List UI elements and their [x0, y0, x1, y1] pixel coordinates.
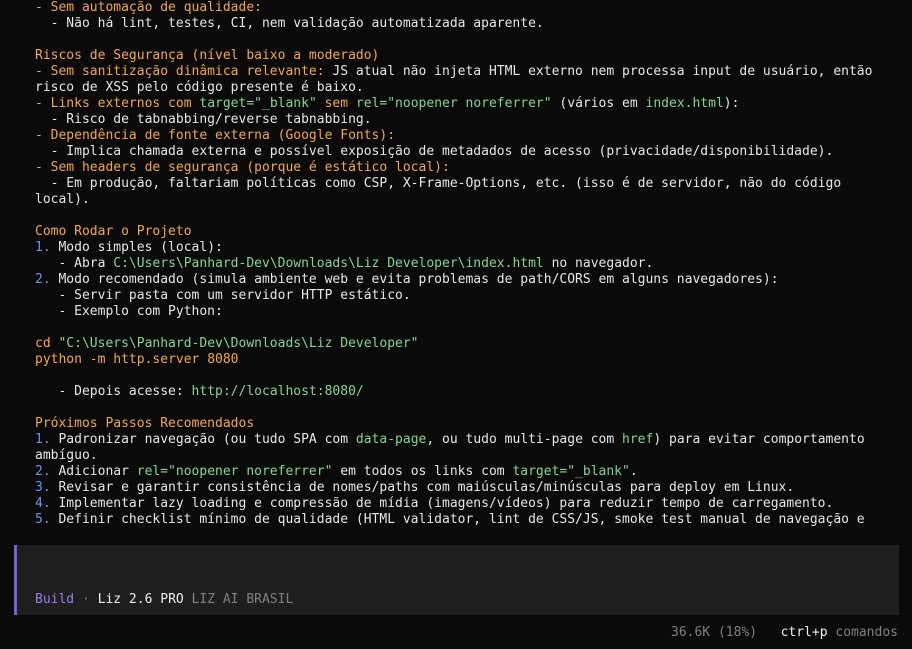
list-item-text: - Em produção, faltariam políticas como …	[35, 176, 842, 191]
list-item-text: Modo simples (local):	[50, 240, 223, 255]
inline-code: rel="noopener noreferrer"	[355, 96, 552, 111]
inline-code: rel="noopener noreferrer"	[136, 464, 333, 479]
section-heading-rodar: Como Rodar o Projeto	[35, 224, 192, 240]
output-line: - Links externos com target="_blank" sem…	[35, 96, 739, 112]
list-number: 2.	[35, 272, 51, 287]
output-line: - Sem automação de qualidade:	[35, 0, 262, 16]
output-line: local).	[35, 192, 90, 208]
list-item-text: ambíguo.	[35, 448, 98, 463]
prompt-input[interactable]: Build · Liz 2.6 PRO LIZ AI BRASIL	[14, 545, 899, 615]
provider-label: LIZ AI BRASIL	[183, 592, 294, 607]
inline-code: target="_blank"	[199, 96, 317, 111]
inline-code: href	[622, 432, 654, 447]
output-line: 4. Implementar lazy loading e compressão…	[35, 496, 833, 512]
output-line: 1. Modo simples (local):	[35, 240, 223, 256]
code-line: python -m http.server 8080	[35, 352, 239, 368]
list-item-text: Definir checklist mínimo de qualidade (H…	[50, 512, 865, 527]
inline-code: C:\Users\Panhard-Dev\Downloads\Liz Devel…	[113, 256, 544, 271]
list-item-text: - Depois acesse:	[35, 384, 192, 399]
list-item-text: em todos os links com	[332, 464, 513, 479]
code-text: http.server 8080	[113, 352, 239, 367]
output-line: 1. Padronizar navegação (ou tudo SPA com…	[35, 432, 865, 448]
list-number: 4.	[35, 496, 51, 511]
inline-code: index.html	[645, 96, 724, 111]
list-item-text: .	[629, 464, 638, 479]
output-line: ambíguo.	[35, 448, 98, 464]
list-item-label: sem	[316, 96, 356, 111]
list-item-text: - Servir pasta com um servidor HTTP está…	[35, 288, 411, 303]
list-item-text: no navegador.	[543, 256, 654, 271]
separator: ·	[74, 592, 98, 607]
output-line: - Depois acesse: http://localhost:8080/	[35, 384, 364, 400]
output-line: 5. Definir checklist mínimo de qualidade…	[35, 512, 865, 528]
shortcut-key: ctrl+p	[780, 625, 828, 640]
output-line: - Sem headers de segurança (porque é est…	[35, 160, 450, 176]
output-line: - Exemplo com Python:	[35, 304, 223, 320]
token-usage: 36.6K (18%)	[671, 625, 758, 640]
heading-text: Como Rodar o Projeto	[35, 224, 192, 239]
list-number: 1.	[35, 432, 51, 447]
code-line: cd "C:\Users\Panhard-Dev\Downloads\Liz D…	[35, 336, 419, 352]
section-heading-riscos: Riscos de Segurança (nível baixo a moder…	[35, 48, 379, 64]
code-string: "C:\Users\Panhard-Dev\Downloads\Liz Deve…	[58, 336, 419, 351]
list-number: 3.	[35, 480, 51, 495]
list-item-text: Implementar lazy loading e compressão de…	[50, 496, 834, 511]
list-item-text: local).	[35, 192, 90, 207]
list-item-text: - Implica chamada externa e possível exp…	[35, 144, 834, 159]
output-line: - Em produção, faltariam políticas como …	[35, 176, 842, 192]
list-item-text: risco de XSS pelo código presente é baix…	[35, 80, 364, 95]
agent-status: Build · Liz 2.6 PRO LIZ AI BRASIL	[35, 592, 293, 608]
list-item-text: ):	[723, 96, 740, 111]
list-item-text: - Abra	[35, 256, 114, 271]
code-keyword: python -m	[35, 352, 114, 367]
list-item-text: ) para evitar comportamento	[653, 432, 865, 447]
inline-code: data-page	[355, 432, 427, 447]
heading-text: Próximos Passos Recomendados	[35, 416, 255, 431]
list-item: - Não há lint, testes, CI, nem validação…	[35, 16, 544, 31]
section-heading-proximos: Próximos Passos Recomendados	[35, 416, 254, 432]
list-number: 1.	[35, 240, 51, 255]
list-item-text: , ou tudo multi-page com	[426, 432, 623, 447]
model-label[interactable]: Liz 2.6 PRO	[98, 592, 184, 607]
output-line: - Servir pasta com um servidor HTTP está…	[35, 288, 411, 304]
list-item-label: - Sem sanitização dinâmica relevante:	[35, 64, 325, 79]
list-item-text: Revisar e garantir consistência de nomes…	[50, 480, 795, 495]
output-line: - Sem sanitização dinâmica relevante: JS…	[35, 64, 872, 80]
list-item-text: - Risco de tabnabbing/reverse tabnabbing…	[35, 112, 372, 127]
list-item-label: - Dependência de fonte externa (Google F…	[35, 128, 396, 143]
output-line: - Risco de tabnabbing/reverse tabnabbing…	[35, 112, 372, 128]
output-line: risco de XSS pelo código presente é baix…	[35, 80, 364, 96]
list-item-text: Padronizar navegação (ou tudo SPA com	[50, 432, 356, 447]
list-item: - Sem automação de qualidade:	[35, 0, 262, 15]
output-line: 3. Revisar e garantir consistência de no…	[35, 480, 794, 496]
output-line: 2. Adicionar rel="noopener noreferrer" e…	[35, 464, 638, 480]
terminal-output: - Sem automação de qualidade: - Não há l…	[0, 0, 912, 545]
heading-text: Riscos de Segurança (nível baixo a moder…	[35, 48, 380, 63]
inline-code: target="_blank"	[512, 464, 630, 479]
mode-label[interactable]: Build	[35, 592, 74, 607]
list-item-label: - Links externos com	[35, 96, 200, 111]
list-number: 2.	[35, 464, 51, 479]
list-item-text: Modo recomendado (simula ambiente web e …	[50, 272, 779, 287]
shortcut-label: comandos	[827, 625, 898, 640]
output-line: 2. Modo recomendado (simula ambiente web…	[35, 272, 779, 288]
output-line: - Implica chamada externa e possível exp…	[35, 144, 834, 160]
output-line: - Abra C:\Users\Panhard-Dev\Downloads\Li…	[35, 256, 653, 272]
list-item-text: - Exemplo com Python:	[35, 304, 223, 319]
footer-bar: 36.6K (18%) ctrl+p comandos	[671, 625, 898, 641]
output-line: - Não há lint, testes, CI, nem validação…	[35, 16, 544, 32]
code-keyword: cd	[35, 336, 59, 351]
inline-code: http://localhost:8080/	[191, 384, 364, 399]
output-line: - Dependência de fonte externa (Google F…	[35, 128, 395, 144]
list-item-text: JS atual não injeta HTML externo nem pro…	[324, 64, 873, 79]
list-item-label: - Sem headers de segurança (porque é est…	[35, 160, 450, 175]
list-number: 5.	[35, 512, 51, 527]
list-item-text: (vários em	[551, 96, 646, 111]
list-item-text: Adicionar	[50, 464, 137, 479]
